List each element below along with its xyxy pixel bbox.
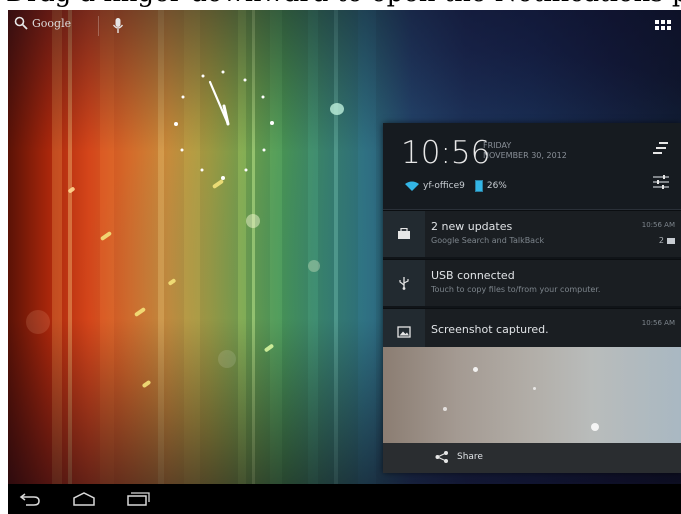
notification-title: 2 new updates (431, 220, 513, 233)
top-bar: Google (8, 10, 681, 46)
share-icon (435, 451, 448, 463)
update-count: 2 (658, 236, 664, 245)
notifications-header: 10:56 FRIDAY NOVEMBER 30, 2012 yf-office… (383, 123, 681, 210)
tablet-screen: Google 10:56 FRIDAY NOVEMBER 30, 2012 yf… (8, 10, 681, 514)
app-store-icon (667, 238, 675, 244)
notification-icon-box (383, 211, 425, 257)
day-label: FRIDAY (483, 141, 512, 150)
quick-settings-icon[interactable] (653, 175, 669, 189)
notification-subtitle: Google Search and TalkBack (431, 236, 545, 245)
briefcase-icon (398, 228, 410, 239)
notification-time: 10:56 AM (641, 221, 675, 229)
search-icon (14, 16, 28, 30)
notification-usb[interactable]: USB connected Touch to copy files to/fro… (383, 259, 681, 306)
search-divider (98, 16, 99, 36)
screenshot-preview[interactable] (383, 347, 681, 443)
notification-time: 10:56 AM (641, 319, 675, 327)
navigation-bar (8, 484, 681, 514)
share-label: Share (457, 452, 483, 462)
notification-subtitle: Touch to copy files to/from your compute… (431, 285, 601, 294)
wifi-icon (405, 181, 419, 191)
back-icon[interactable] (18, 491, 42, 507)
usb-icon (399, 277, 409, 290)
google-search-bar[interactable]: Google (14, 16, 71, 30)
microphone-icon[interactable] (112, 17, 124, 35)
battery-icon (474, 180, 483, 192)
date-label: NOVEMBER 30, 2012 (483, 151, 567, 160)
clear-all-icon[interactable] (653, 141, 669, 155)
google-search-label: Google (32, 16, 72, 30)
clock-time: 10:56 (401, 135, 491, 171)
date-block: FRIDAY NOVEMBER 30, 2012 (483, 141, 567, 161)
share-button[interactable]: Share (435, 451, 483, 463)
network-status: yf-office9 26% (405, 180, 507, 192)
battery-level: 26% (486, 181, 507, 191)
notification-count: 2 (659, 236, 675, 245)
recent-apps-icon[interactable] (126, 491, 150, 507)
notification-title: Screenshot captured. (431, 323, 549, 336)
notification-title: USB connected (431, 269, 515, 282)
caption-text: Drag a finger downward to open the Notif… (6, 0, 681, 8)
home-icon[interactable] (72, 491, 96, 507)
caption-strip: Drag a finger downward to open the Notif… (0, 0, 681, 10)
image-icon (397, 326, 411, 338)
notification-icon-box (383, 260, 425, 306)
analog-clock-widget[interactable] (158, 60, 288, 190)
all-apps-icon[interactable] (655, 20, 671, 34)
share-bar: Share (383, 443, 681, 473)
notifications-panel: 10:56 FRIDAY NOVEMBER 30, 2012 yf-office… (383, 123, 681, 473)
network-name: yf-office9 (423, 181, 465, 191)
notification-updates[interactable]: 2 new updates Google Search and TalkBack… (383, 210, 681, 257)
